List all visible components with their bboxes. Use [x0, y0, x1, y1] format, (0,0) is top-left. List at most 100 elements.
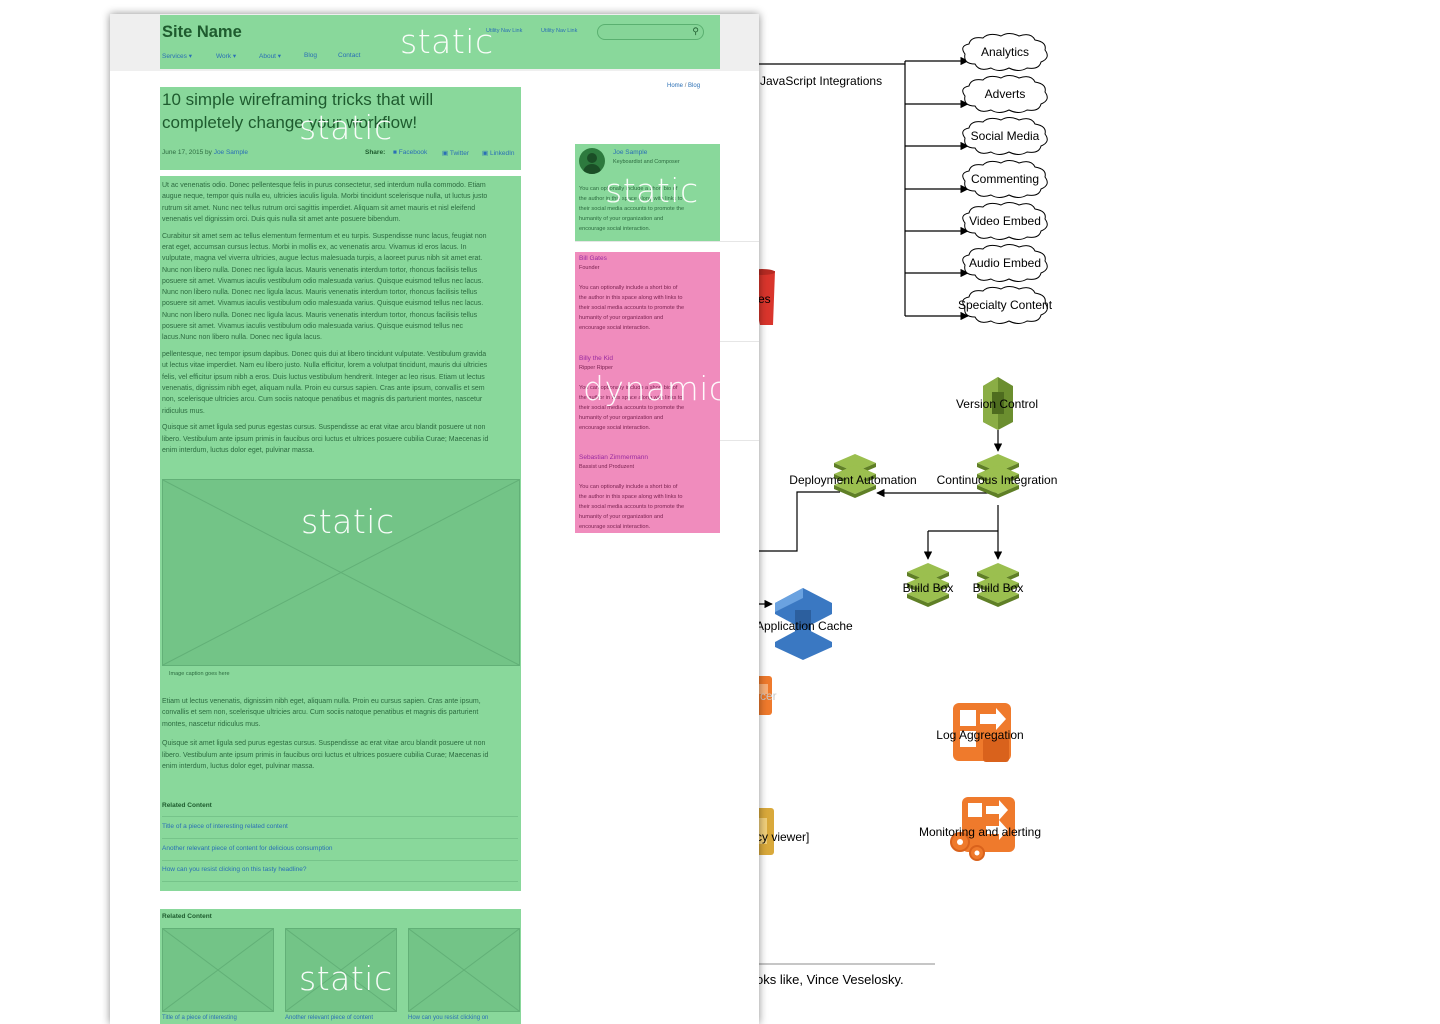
paragraph-line: Etiam ut lectus venenatis, dignissim nib…: [162, 698, 481, 705]
author-card: Sebastian Zimmermann Bassist und Produzen…: [579, 454, 719, 532]
share-label: Share:: [365, 149, 386, 156]
paragraph-line: felis, vel efficitur ipsum nibh a eros. …: [162, 373, 485, 381]
paragraph-line: Nunc non libero nulla. Donec nec ligula …: [162, 311, 478, 319]
author-link[interactable]: Joe Sample: [214, 149, 248, 156]
image-placeholder-cross: [409, 929, 519, 1011]
paragraph-line: vulputate, magna vel viverra ultricies, …: [162, 255, 483, 263]
partial-label: es: [758, 292, 771, 306]
build-box-label: Build Box: [973, 581, 1024, 595]
paragraph-line: Quisque sit amet ligula sed purus egesta…: [162, 424, 486, 432]
paragraph-line: venenatis vel dignissim orci. Duis quis …: [162, 215, 401, 223]
breadcrumb-separator: /: [684, 83, 687, 89]
related-link[interactable]: Another relevant piece of content for de…: [162, 845, 333, 852]
static-region-label: static: [400, 22, 494, 61]
breadcrumb-home[interactable]: Home: [667, 83, 683, 89]
static-region-label: static: [301, 502, 395, 541]
bio-line: humanity of your organization and: [579, 315, 664, 321]
bio-line: encourage social interaction.: [579, 424, 651, 431]
paragraph-line: Ut ac venenatis odio. Donec pellentesque…: [162, 182, 486, 189]
deployment-automation-label: Deployment Automation: [789, 473, 916, 487]
bio-line: You can optionally include a short bio o…: [579, 285, 678, 291]
author-name[interactable]: Sebastian Zimmermann: [579, 454, 719, 461]
paragraph-line: Nunc non libero nulla. Donec nec ligula …: [162, 266, 478, 274]
static-region-label: static: [299, 959, 393, 998]
integration-clouds: Analytics Adverts Social Media Commenting Vi…: [958, 33, 1053, 324]
related-link[interactable]: Title of a piece of interesting related …: [162, 823, 288, 830]
cloud-label: Specialty Content: [958, 298, 1053, 312]
related-thumb-caption[interactable]: Another relevant piece of content: [285, 1015, 373, 1021]
article-paragraph: Ut ac venenatis odio. Donec pellentesque…: [162, 180, 518, 225]
nav-about[interactable]: About ▾: [259, 52, 281, 60]
integration-cloud: Commenting: [962, 160, 1048, 198]
cloud-label: Social Media: [971, 129, 1040, 143]
cloud-label: Adverts: [985, 87, 1026, 101]
author-role: Bassist und Produzent: [579, 464, 635, 470]
paragraph-line: augue neque, tempor quis nulla eu, ultri…: [162, 193, 488, 201]
paragraph-line: posuere sit amet. Vivamus iaculis vestib…: [162, 300, 484, 308]
dynamic-region-label: dynamic: [583, 369, 728, 408]
static-region-label: static: [299, 108, 393, 147]
author-bio: You can optionally include a short bio o…: [579, 482, 719, 532]
paragraph-line: rutrum sit amet. Nunc nec tellus rutrum …: [162, 204, 476, 212]
related-thumb[interactable]: [408, 928, 520, 1012]
nav-contact[interactable]: Contact: [338, 52, 360, 59]
version-control-label: Version Control: [956, 397, 1038, 411]
author-name[interactable]: Bill Gates: [579, 255, 719, 262]
author-list-region: Bill Gates Founder You can optionally incl…: [575, 252, 727, 533]
share-linkedin[interactable]: ▣ LinkedIn: [482, 149, 515, 157]
breadcrumb-current[interactable]: Blog: [688, 83, 700, 89]
nav-work[interactable]: Work ▾: [216, 52, 236, 60]
related-thumb-caption[interactable]: Title of a piece of interesting: [162, 1015, 237, 1021]
site-name[interactable]: Site Name: [162, 23, 242, 42]
continuous-integration-label: Continuous Integration: [937, 473, 1058, 487]
article-paragraphs: Ut ac venenatis odio. Donec pellentesque…: [162, 180, 518, 462]
related-thumb-caption[interactable]: How can you resist clicking on: [408, 1015, 488, 1021]
image-caption: Image caption goes here: [169, 671, 230, 677]
paragraph-line: convallis et sem non, scelerisque ultric…: [162, 709, 479, 717]
breadcrumb: Home / Blog: [667, 83, 700, 89]
integration-cloud: Adverts: [962, 75, 1048, 113]
search-input[interactable]: ⚲: [597, 24, 704, 40]
article-paragraphs-after: Etiam ut lectus venenatis, dignissim nib…: [162, 696, 518, 781]
bio-author-name[interactable]: Joe Sample: [613, 149, 647, 156]
article-paragraph: Curabitur sit amet sem ac tellus element…: [162, 231, 518, 344]
integration-connectors: [745, 56, 969, 321]
bio-line: humanity of your organization and: [579, 414, 664, 421]
article-paragraph: Etiam ut lectus venenatis, dignissim nib…: [162, 696, 518, 730]
search-icon[interactable]: ⚲: [692, 26, 699, 37]
integration-cloud: Specialty Content: [958, 286, 1053, 324]
paragraph-line: enim interdum, luctus dolor eget, pulvin…: [162, 447, 315, 455]
bio-line: encourage social interaction.: [579, 226, 651, 232]
header-region: Site Name Utility Nav Link Utility Nav L…: [160, 15, 720, 69]
share-twitter[interactable]: ▣ Twitter: [442, 149, 469, 157]
paragraph-line: erat eget, accumsan cursus lectus. Morbi…: [162, 243, 467, 251]
nav-services[interactable]: Services ▾: [162, 52, 192, 60]
paragraph-line: libero. Vestibulum ante ipsum primis in …: [162, 751, 489, 759]
bio-line: humanity of your organization and: [579, 216, 664, 222]
cloud-label: Commenting: [971, 172, 1039, 186]
author-name[interactable]: Billy the Kid: [579, 355, 719, 362]
related-link[interactable]: How can you resist clicking on this tast…: [162, 866, 307, 873]
paragraph-line: Nunc non libero nulla. Donec nec ligula …: [162, 289, 478, 297]
integration-cloud: Social Media: [962, 117, 1048, 155]
facebook-icon: ■: [393, 149, 397, 156]
partial-label: cy viewer]: [756, 830, 809, 844]
author-role: Founder: [579, 265, 600, 271]
utility-nav-link[interactable]: Utility Nav Link: [541, 28, 577, 34]
paragraph-line: non, scelerisque ultricies arcu. Cum soc…: [162, 396, 483, 404]
share-facebook[interactable]: ■ Facebook: [393, 149, 427, 156]
bio-line: their social media accounts to promote t…: [579, 305, 685, 311]
nav-blog[interactable]: Blog: [304, 52, 317, 59]
bio-line: their social media accounts to promote t…: [579, 504, 685, 510]
bio-line: the author in this space along with link…: [579, 295, 683, 301]
bio-line: encourage social interaction.: [579, 524, 651, 530]
monitoring-label: Monitoring and alerting: [919, 825, 1041, 839]
js-integrations-label: JavaScript Integrations: [760, 74, 882, 88]
paragraph-line: montes, nascetur ridiculus mus.: [162, 720, 261, 728]
related-thumb[interactable]: [162, 928, 274, 1012]
integration-cloud: Analytics: [962, 33, 1048, 71]
cloud-label: Audio Embed: [969, 256, 1041, 270]
ci-connectors: [745, 430, 1003, 965]
paragraph-line: lacus.Nunc non libero nulla. Donec nec l…: [162, 334, 322, 342]
article-paragraph: pellentesque, nec tempor ipsum dapibus. …: [162, 349, 518, 417]
